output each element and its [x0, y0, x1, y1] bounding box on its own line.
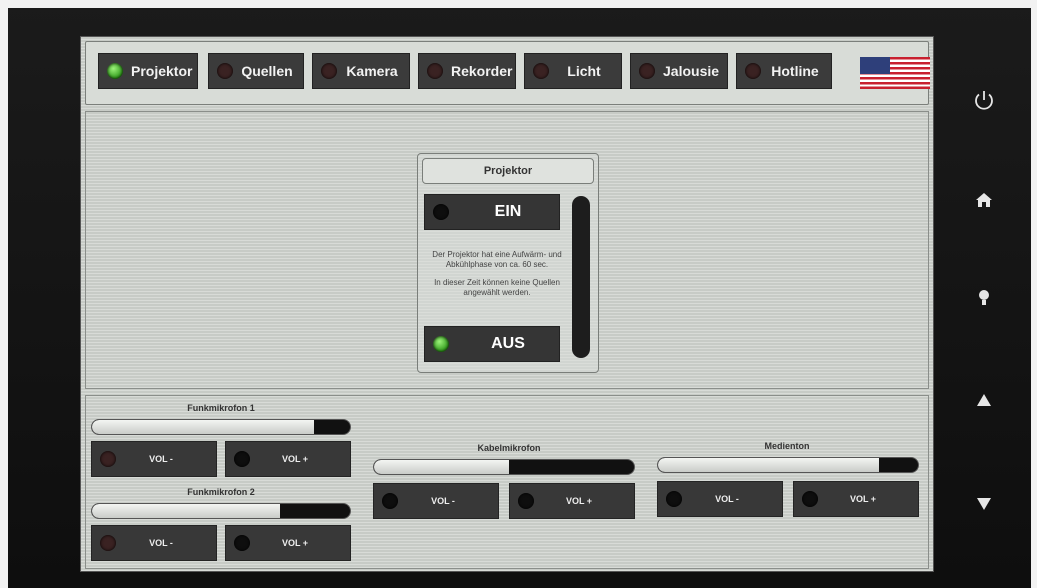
medien-vol-up-button[interactable]: VOL + [793, 481, 919, 517]
nav-item-label: Quellen [241, 63, 293, 79]
funk2-label: Funkmikrofon 2 [187, 487, 255, 497]
nav-item-label: Licht [567, 63, 601, 79]
projector-panel-title: Projektor [422, 158, 594, 184]
nav-item-label: Hotline [771, 63, 819, 79]
funk2-vol-up-button[interactable]: VOL + [225, 525, 351, 561]
slider-fill [92, 420, 314, 434]
status-led-icon [321, 63, 337, 79]
status-led-icon [100, 451, 116, 467]
slider-fill [92, 504, 281, 518]
nav-item-label: Projektor [131, 63, 193, 79]
kabel-volume-slider[interactable] [373, 459, 635, 475]
status-led-icon [639, 63, 655, 79]
funk2-volume-slider[interactable] [91, 503, 351, 519]
nav-item-projektor[interactable]: Projektor [98, 53, 198, 89]
status-led-icon [100, 535, 116, 551]
info-line: Der Projektor hat eine Aufwärm- und Abkü… [432, 250, 562, 269]
button-label: VOL - [431, 496, 455, 506]
button-label: VOL - [715, 494, 739, 504]
status-led-icon [234, 451, 250, 467]
button-label: VOL + [565, 496, 593, 506]
nav-item-hotline[interactable]: Hotline [736, 53, 832, 89]
status-led-icon [518, 493, 534, 509]
status-led-icon [217, 63, 233, 79]
funk1-vol-down-button[interactable]: VOL - [91, 441, 217, 477]
status-led-icon [433, 204, 449, 220]
status-led-icon [382, 493, 398, 509]
projector-off-button[interactable]: AUS [424, 326, 560, 362]
kabel-vol-up-button[interactable]: VOL + [509, 483, 635, 519]
nav-item-quellen[interactable]: Quellen [208, 53, 304, 89]
background-wall-right [1031, 0, 1037, 588]
scrollbar[interactable] [572, 196, 590, 358]
home-icon[interactable] [972, 188, 996, 212]
light-icon[interactable] [972, 286, 996, 310]
slider-fill [374, 460, 510, 474]
button-label: VOL + [849, 494, 877, 504]
info-line: In dieser Zeit können keine Quellen ange… [434, 278, 560, 297]
funk1-volume-slider[interactable] [91, 419, 351, 435]
funk1-label: Funkmikrofon 1 [187, 403, 255, 413]
arrow-up-icon[interactable] [972, 388, 996, 412]
background-wall [0, 0, 1037, 8]
funk1-vol-up-button[interactable]: VOL + [225, 441, 351, 477]
medien-vol-down-button[interactable]: VOL - [657, 481, 783, 517]
power-icon[interactable] [972, 88, 996, 112]
funk2-vol-down-button[interactable]: VOL - [91, 525, 217, 561]
touch-screen: Projektor Quellen Kamera Rekorder Licht … [80, 36, 934, 572]
status-led-icon [107, 63, 123, 79]
status-led-icon [433, 336, 449, 352]
nav-item-label: Rekorder [451, 63, 513, 79]
status-led-icon [802, 491, 818, 507]
projector-panel: Projektor EIN Der Projektor hat eine Auf… [417, 153, 599, 373]
status-led-icon [533, 63, 549, 79]
nav-item-licht[interactable]: Licht [524, 53, 622, 89]
button-label: EIN [494, 203, 522, 220]
nav-item-label: Jalousie [663, 63, 720, 79]
medien-volume-slider[interactable] [657, 457, 919, 473]
button-label: VOL + [281, 538, 309, 548]
nav-item-kamera[interactable]: Kamera [312, 53, 410, 89]
projector-info-text: Der Projektor hat eine Aufwärm- und Abkü… [424, 250, 570, 306]
button-label: VOL + [281, 454, 309, 464]
nav-bar: Projektor Quellen Kamera Rekorder Licht … [85, 41, 930, 105]
projector-on-button[interactable]: EIN [424, 194, 560, 230]
background-wall-left [0, 0, 8, 588]
button-label: VOL - [149, 538, 173, 548]
status-led-icon [745, 63, 761, 79]
status-led-icon [234, 535, 250, 551]
status-led-icon [427, 63, 443, 79]
kabel-vol-down-button[interactable]: VOL - [373, 483, 499, 519]
arrow-down-icon[interactable] [972, 492, 996, 516]
nav-item-label: Kamera [346, 63, 398, 79]
nav-item-rekorder[interactable]: Rekorder [418, 53, 516, 89]
status-led-icon [666, 491, 682, 507]
slider-fill [658, 458, 879, 472]
us-flag-icon[interactable] [860, 57, 930, 89]
medien-label: Medienton [764, 441, 810, 451]
button-label: AUS [491, 335, 525, 352]
kabel-label: Kabelmikrofon [477, 443, 541, 453]
button-label: VOL - [149, 454, 173, 464]
nav-item-jalousie[interactable]: Jalousie [630, 53, 728, 89]
